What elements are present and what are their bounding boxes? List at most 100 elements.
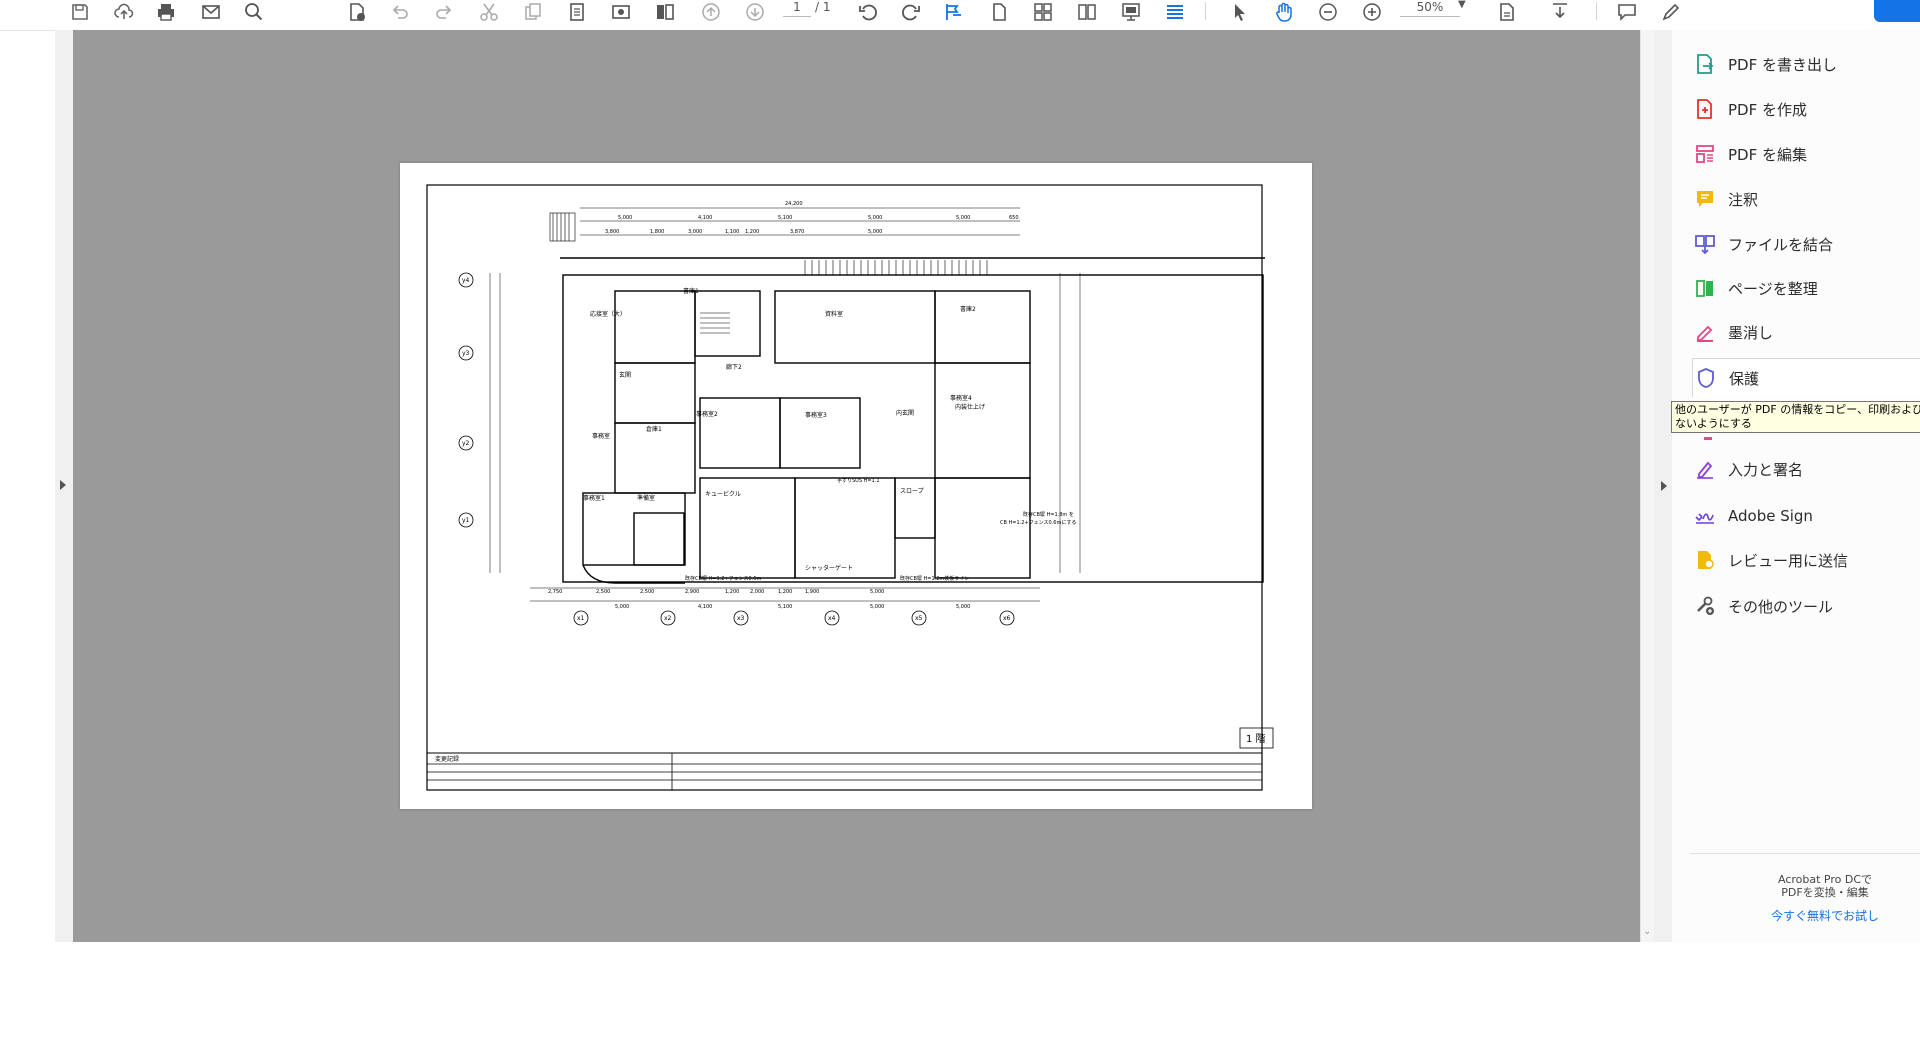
room-label: 書庫1 bbox=[683, 287, 699, 295]
zoom-search-icon[interactable] bbox=[240, 1, 268, 23]
fit-page-icon[interactable] bbox=[1493, 1, 1521, 23]
footer-label: 変更記録 bbox=[435, 755, 459, 763]
hidden-tool-icon bbox=[1704, 428, 1714, 440]
tool-adobe-sign[interactable]: Adobe Sign bbox=[1692, 497, 1920, 535]
dim-bottom: 5,000 bbox=[615, 604, 629, 610]
room-label: 事務室 bbox=[592, 432, 610, 440]
tool-combine-files[interactable]: ファイルを結合 bbox=[1692, 225, 1920, 263]
rotate-cw-icon[interactable] bbox=[897, 1, 925, 23]
tool-label: PDF を編集 bbox=[1728, 145, 1807, 164]
tool-export-pdf[interactable]: PDF を書き出し bbox=[1692, 45, 1920, 83]
edit-pdf-icon bbox=[1692, 141, 1718, 167]
hand-tool-icon[interactable] bbox=[1270, 1, 1298, 23]
save-icon[interactable] bbox=[66, 1, 94, 23]
pen-icon[interactable] bbox=[1657, 1, 1685, 23]
grid-x2: x2 bbox=[664, 615, 672, 622]
room-label: 事務室3 bbox=[805, 411, 827, 419]
tool-label: PDF を作成 bbox=[1728, 100, 1807, 119]
create-pdf-icon bbox=[1692, 96, 1718, 122]
single-page-icon[interactable] bbox=[985, 1, 1013, 23]
two-page-scroll-icon[interactable] bbox=[1073, 1, 1101, 23]
room-label: 資料室 bbox=[825, 310, 843, 318]
presentation-icon[interactable] bbox=[1117, 1, 1145, 23]
combine-files-icon bbox=[1692, 231, 1718, 257]
tool-label: Adobe Sign bbox=[1728, 507, 1813, 525]
tool-organize-pages[interactable]: ページを整理 bbox=[1692, 269, 1920, 307]
dim-bottom: 5,000 bbox=[870, 589, 884, 595]
tool-edit-pdf[interactable]: PDF を編集 bbox=[1692, 135, 1920, 173]
grid-y3: y3 bbox=[462, 350, 470, 357]
dim-top: 5,000 bbox=[618, 215, 632, 221]
tool-label: 注釈 bbox=[1728, 190, 1759, 209]
rotate-ccw-icon[interactable] bbox=[854, 1, 882, 23]
document-icon[interactable] bbox=[563, 1, 591, 23]
tool-label: 入力と署名 bbox=[1728, 460, 1804, 479]
fill-sign-icon bbox=[1692, 456, 1718, 482]
tool-protect[interactable]: 保護 bbox=[1692, 358, 1920, 397]
promo-line: PDFを変換・編集 bbox=[1781, 886, 1869, 899]
email-icon[interactable] bbox=[197, 1, 225, 23]
read-mode-icon[interactable] bbox=[940, 1, 968, 23]
tool-send-review[interactable]: レビュー用に送信 bbox=[1692, 541, 1920, 579]
print-icon[interactable] bbox=[152, 1, 180, 23]
tool-label: 墨消し bbox=[1728, 323, 1774, 342]
dim-top: 1,200 bbox=[745, 229, 759, 235]
drawing-note: CB H=1.2+フェンス0.6mにする bbox=[1000, 520, 1076, 526]
drawing-note: 既存CB塀 H=1.8m を bbox=[1023, 511, 1074, 518]
tool-fill-sign[interactable]: 入力と署名 bbox=[1692, 450, 1920, 488]
promo-divider bbox=[1690, 853, 1920, 854]
tool-redact[interactable]: 墨消し bbox=[1692, 313, 1920, 351]
export-pdf-icon bbox=[1692, 51, 1718, 77]
file-check-icon[interactable] bbox=[343, 1, 371, 23]
room-label: 準備室 bbox=[637, 494, 655, 502]
promo-line: Acrobat Pro DCで bbox=[1777, 873, 1873, 886]
tool-create-pdf[interactable]: PDF を作成 bbox=[1692, 90, 1920, 128]
expand-left-panel-icon[interactable] bbox=[60, 480, 66, 490]
compare-icon[interactable] bbox=[651, 1, 679, 23]
free-trial-link[interactable]: 今すぐ無料でお試し bbox=[1760, 907, 1890, 924]
collapse-right-panel-icon[interactable] bbox=[1661, 481, 1667, 491]
dim-bottom: 1,900 bbox=[805, 589, 819, 595]
upload-cloud-icon[interactable] bbox=[110, 1, 138, 23]
cut-icon[interactable] bbox=[475, 1, 503, 23]
drawing-note: 手すりSUS H=1.1 bbox=[837, 477, 880, 484]
document-viewport[interactable]: 変更記録 1 階 y4 y3 y2 y1 x1 x2 x3 x4 x5 x6 2… bbox=[73, 30, 1640, 942]
undo-icon[interactable] bbox=[386, 1, 414, 23]
zoom-out-icon[interactable] bbox=[1314, 1, 1342, 23]
zoom-in-icon[interactable] bbox=[1358, 1, 1386, 23]
two-page-icon[interactable] bbox=[1029, 1, 1057, 23]
room-label: 事務室1 bbox=[583, 494, 605, 502]
dim-bottom: 2,500 bbox=[596, 589, 610, 595]
screenshot-icon[interactable] bbox=[607, 1, 635, 23]
vertical-scrollbar[interactable] bbox=[1640, 30, 1655, 942]
zoom-dropdown-icon[interactable]: ▼ bbox=[1458, 0, 1466, 10]
scrolling-icon[interactable] bbox=[1161, 1, 1189, 23]
top-toolbar: 1 / 1 50% ▼ bbox=[0, 0, 1920, 31]
more-tools-icon bbox=[1692, 593, 1718, 619]
redo-icon[interactable] bbox=[430, 1, 458, 23]
room-label: キュービクル bbox=[705, 490, 741, 498]
tool-comment[interactable]: 注釈 bbox=[1692, 180, 1920, 218]
grid-x3: x3 bbox=[737, 615, 745, 622]
tool-label: その他のツール bbox=[1728, 597, 1834, 616]
comment-icon[interactable] bbox=[1613, 1, 1641, 23]
page-number-input[interactable]: 1 bbox=[783, 0, 811, 17]
dim-top: 1,800 bbox=[650, 229, 664, 235]
prev-page-icon[interactable] bbox=[697, 1, 725, 23]
tool-label: レビュー用に送信 bbox=[1728, 551, 1849, 570]
share-button[interactable] bbox=[1874, 0, 1920, 22]
copy-icon[interactable] bbox=[519, 1, 547, 23]
next-page-icon[interactable] bbox=[741, 1, 769, 23]
tool-more-tools[interactable]: その他のツール bbox=[1692, 587, 1920, 625]
room-label: 事務室2 bbox=[696, 410, 718, 418]
select-pointer-icon[interactable] bbox=[1226, 1, 1254, 23]
room-label: 内玄関 bbox=[896, 409, 914, 417]
dim-bottom: 2,900 bbox=[685, 589, 699, 595]
dim-bottom: 1,200 bbox=[725, 589, 739, 595]
protect-shield-icon bbox=[1693, 365, 1719, 391]
zoom-level-input[interactable]: 50% bbox=[1400, 0, 1460, 17]
scroll-down-icon[interactable]: ⌄ bbox=[1643, 926, 1651, 937]
organize-pages-icon bbox=[1692, 275, 1718, 301]
download-icon[interactable] bbox=[1546, 1, 1574, 23]
room-label: 書庫2 bbox=[960, 305, 976, 313]
